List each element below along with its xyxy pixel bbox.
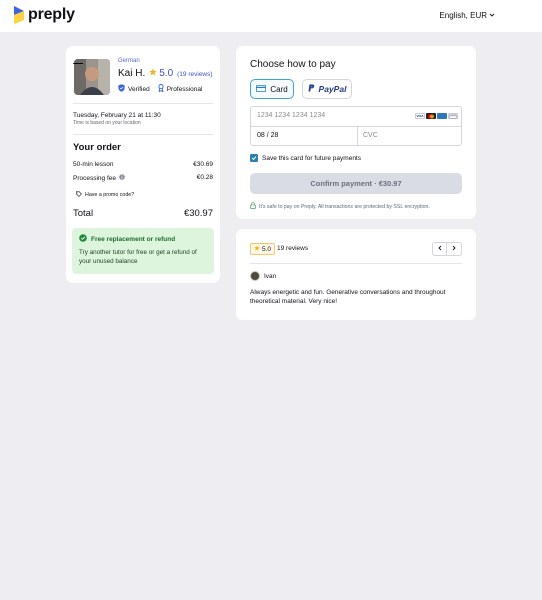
card-details-form: 1234 1234 1234 1234 VISA 08 / 28 CVC bbox=[250, 106, 462, 146]
card-brand-logos: VISA bbox=[415, 113, 458, 119]
payment-card: Choose how to pay Card PayPal 1234 1234 … bbox=[236, 46, 476, 219]
language-currency-label: English, EUR bbox=[439, 11, 487, 20]
total-amount: €30.97 bbox=[183, 208, 213, 219]
shield-check-icon bbox=[118, 84, 125, 94]
guarantee-text: Try another tutor for free or get a refu… bbox=[79, 249, 197, 265]
order-line-amount: €30.69 bbox=[193, 161, 213, 168]
tag-icon bbox=[76, 191, 82, 199]
order-line-label: Processing fee bbox=[73, 174, 116, 182]
cvc-field[interactable]: CVC bbox=[363, 132, 378, 139]
star-icon bbox=[254, 245, 260, 253]
save-card-checkbox[interactable] bbox=[250, 154, 258, 162]
visa-icon: VISA bbox=[415, 113, 425, 119]
payment-method-card[interactable]: Card bbox=[250, 79, 294, 99]
chevron-left-icon bbox=[437, 245, 443, 253]
professional-label: Professional bbox=[166, 85, 203, 93]
promo-code-label: Have a promo code? bbox=[85, 192, 135, 198]
order-total: Total €30.97 bbox=[73, 208, 213, 219]
tutor-avatar bbox=[74, 59, 110, 95]
guarantee-title-row: Free replacement or refund bbox=[79, 234, 207, 244]
info-icon[interactable] bbox=[119, 174, 125, 182]
payment-method-card-label: Card bbox=[270, 84, 288, 94]
language-currency-selector[interactable]: English, EUR bbox=[439, 11, 495, 20]
top-bar: preply English, EUR bbox=[0, 0, 542, 32]
tutor-rating-value: 5.0 bbox=[159, 68, 174, 79]
payment-title: Choose how to pay bbox=[250, 59, 336, 70]
card-number-placeholder: 1234 1234 1234 1234 bbox=[257, 112, 326, 119]
paypal-wordmark: PayPal bbox=[319, 84, 347, 94]
order-line-lesson: 50-min lesson €30.69 bbox=[73, 161, 213, 168]
tutor-reviews-count[interactable]: (19 reviews) bbox=[177, 71, 212, 78]
previous-review-button[interactable] bbox=[432, 242, 447, 256]
preply-logo[interactable]: preply bbox=[14, 6, 75, 24]
brand-name: preply bbox=[28, 6, 75, 23]
expiry-field[interactable]: 08 / 28 bbox=[257, 132, 278, 139]
review-rating-badge: 5.0 bbox=[250, 243, 276, 255]
order-summary-card: German Kai H. 5.0 (19 reviews) Verified … bbox=[66, 46, 220, 283]
paypal-logo-icon bbox=[308, 84, 315, 94]
divider bbox=[73, 134, 213, 135]
tutor-language: German bbox=[118, 58, 140, 64]
review-count: 19 reviews bbox=[277, 245, 309, 252]
review-navigation bbox=[432, 242, 462, 256]
next-review-button[interactable] bbox=[447, 242, 462, 256]
logo-flag-icon bbox=[14, 6, 24, 24]
security-note-text: It's safe to pay on Preply. All transact… bbox=[259, 203, 430, 210]
order-line-amount: €0.28 bbox=[196, 174, 213, 181]
divider bbox=[73, 103, 213, 104]
payment-method-paypal[interactable]: PayPal bbox=[302, 79, 352, 99]
guarantee-title: Free replacement or refund bbox=[91, 235, 176, 243]
refund-guarantee-box: Free replacement or refund Try another t… bbox=[72, 228, 214, 274]
lock-icon bbox=[250, 202, 256, 211]
reviewer-name: Ivan bbox=[264, 272, 277, 280]
order-title: Your order bbox=[73, 142, 121, 153]
star-icon bbox=[149, 68, 157, 79]
professional-badge: Professional bbox=[158, 84, 203, 94]
chevron-right-icon bbox=[451, 245, 457, 253]
security-note: It's safe to pay on Preply. All transact… bbox=[250, 202, 430, 211]
save-card-label: Save this card for future payments bbox=[262, 154, 361, 162]
ribbon-icon bbox=[158, 84, 164, 94]
paypal-wordmark-text: PayPal bbox=[318, 84, 347, 94]
german-flag-icon bbox=[73, 57, 83, 64]
divider bbox=[250, 263, 462, 264]
card-number-field[interactable]: 1234 1234 1234 1234 VISA bbox=[251, 107, 461, 127]
mastercard-icon bbox=[426, 113, 436, 119]
reviews-card: 5.0 19 reviews Ivan Always energetic and… bbox=[236, 229, 476, 320]
credit-card-icon bbox=[256, 84, 267, 94]
tutor-header: Kai H. 5.0 (19 reviews) bbox=[118, 68, 213, 79]
order-line-label: 50-min lesson bbox=[73, 161, 114, 168]
amex-icon bbox=[437, 113, 447, 119]
verified-label: Verified bbox=[128, 85, 150, 93]
order-line-fee: Processing fee €0.28 bbox=[73, 174, 213, 182]
tutor-badges: Verified Professional bbox=[118, 84, 202, 94]
promo-code-link[interactable]: Have a promo code? bbox=[76, 191, 134, 199]
verified-badge: Verified bbox=[118, 84, 150, 94]
generic-card-icon bbox=[448, 113, 458, 119]
field-divider bbox=[357, 127, 358, 145]
timezone-note: Time is based on your location bbox=[73, 120, 141, 126]
save-card-option[interactable]: Save this card for future payments bbox=[250, 154, 361, 162]
check-circle-icon bbox=[79, 234, 87, 244]
order-line-label-wrap: Processing fee bbox=[73, 174, 125, 182]
review-rating-value: 5.0 bbox=[262, 245, 272, 253]
reviewer: Ivan bbox=[250, 271, 276, 281]
chevron-down-icon bbox=[489, 11, 495, 20]
confirm-payment-button[interactable]: Confirm payment · €30.97 bbox=[250, 173, 462, 194]
tutor-name[interactable]: Kai H. bbox=[118, 68, 145, 79]
review-text: Always energetic and fun. Generative con… bbox=[250, 289, 446, 306]
total-label: Total bbox=[73, 208, 94, 219]
lesson-datetime: Tuesday, February 21 at 11:30 bbox=[73, 112, 161, 119]
reviewer-avatar bbox=[250, 271, 260, 281]
tutor-rating: 5.0 bbox=[149, 68, 173, 79]
